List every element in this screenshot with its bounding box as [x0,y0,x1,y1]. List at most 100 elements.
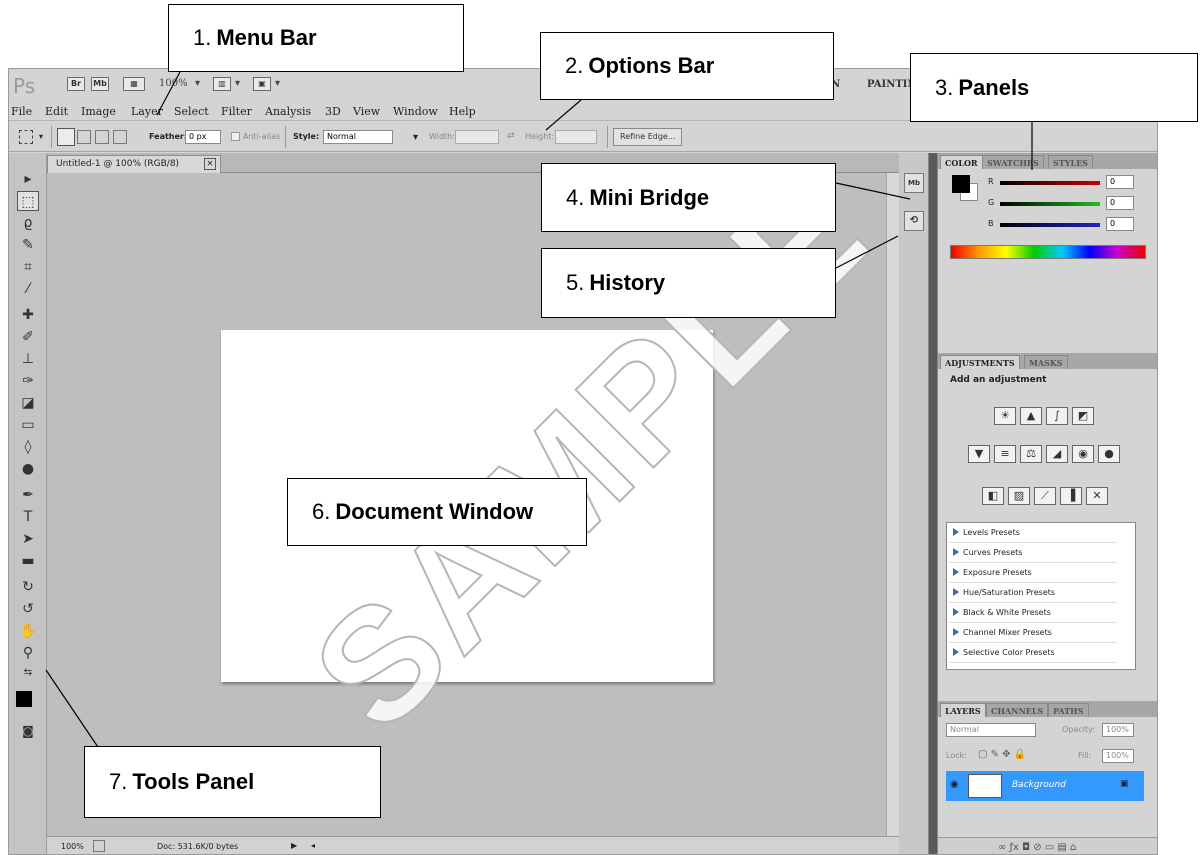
tab-adjustments[interactable]: ADJUSTMENTS [940,355,1020,369]
color-balance-icon[interactable]: ⚖ [1020,445,1042,463]
green-value[interactable]: 0 [1106,196,1134,210]
quick-selection-tool-icon[interactable]: ✎ [17,235,39,255]
arrange-documents-icon[interactable]: ▥ [213,77,231,91]
tab-layers[interactable]: LAYERS [940,703,986,717]
tab-channels[interactable]: CHANNELS [986,703,1049,717]
eyedropper-tool-icon[interactable]: ⁄ [17,279,39,299]
tab-masks[interactable]: MASKS [1024,355,1068,369]
view-extras-icon[interactable]: ▦ [123,77,145,91]
blur-tool-icon[interactable]: ◊ [17,437,39,457]
feather-input[interactable]: 0 px [185,130,221,144]
list-item[interactable]: Curves Presets [949,543,1117,563]
add-to-selection-icon[interactable] [77,130,91,144]
healing-brush-tool-icon[interactable]: ✚ [17,305,39,325]
eraser-tool-icon[interactable]: ◪ [17,393,39,413]
posterize-icon[interactable]: ▨ [1008,487,1030,505]
red-value[interactable]: 0 [1106,175,1134,189]
swap-icon[interactable]: ⇄ [507,131,515,141]
list-item[interactable]: Selective Color Presets [949,643,1117,663]
style-dropdown-icon[interactable]: ▾ [413,132,418,143]
history-icon[interactable]: ⟲ [904,211,924,231]
mini-bridge-button[interactable]: Mb [91,77,109,91]
layer-name[interactable]: Background [1012,780,1066,790]
green-slider[interactable] [1000,202,1100,206]
menu-select[interactable]: Select [174,105,209,118]
menu-window[interactable]: Window [393,105,438,118]
new-selection-icon[interactable] [57,128,75,146]
opacity-input[interactable]: 100% [1102,723,1134,737]
screen-mode-dropdown-icon[interactable]: ▾ [275,78,280,89]
3d-rotate-tool-icon[interactable]: ↻ [17,577,39,597]
lock-icons[interactable]: ▢ ✎ ✥ 🔒 [978,749,1026,760]
menu-analysis[interactable]: Analysis [265,105,311,118]
list-item[interactable]: Hue/Saturation Presets [949,583,1117,603]
color-ramp[interactable] [950,245,1146,259]
red-slider[interactable] [1000,181,1100,185]
invert-icon[interactable]: ◧ [982,487,1004,505]
lasso-tool-icon[interactable]: ϱ [17,213,39,233]
3d-orbit-tool-icon[interactable]: ↺ [17,599,39,619]
zoom-dropdown-icon[interactable]: ▾ [195,78,200,89]
gradient-map-icon[interactable]: ▐ [1060,487,1082,505]
dodge-tool-icon[interactable]: ● [17,459,39,479]
menu-filter[interactable]: Filter [221,105,252,118]
blend-mode-select[interactable]: Normal [946,723,1036,737]
vertical-scrollbar[interactable] [886,173,899,836]
tab-swatches[interactable]: SWATCHES [982,155,1044,169]
vibrance-icon[interactable]: ▼ [968,445,990,463]
list-item[interactable]: Black & White Presets [949,603,1117,623]
foreground-swatch[interactable] [952,175,970,193]
blue-slider[interactable] [1000,223,1100,227]
layer-row[interactable]: ◉ Background ▣ [946,771,1144,801]
status-menu-arrow-icon[interactable]: ▶ [291,841,297,850]
fill-input[interactable]: 100% [1102,749,1134,763]
hand-tool-icon[interactable]: ✋ [17,621,39,641]
arrange-dropdown-icon[interactable]: ▾ [235,78,240,89]
style-select[interactable]: Normal [323,130,393,144]
menu-help[interactable]: Help [449,105,476,118]
preset-dropdown-icon[interactable]: ▾ [39,132,43,141]
width-input[interactable] [455,130,499,144]
document-tab[interactable]: Untitled-1 @ 100% (RGB/8) × [47,155,221,173]
status-zoom[interactable]: 100% [61,842,84,851]
channel-mixer-icon[interactable]: ● [1098,445,1120,463]
curves-icon[interactable]: ∫ [1046,407,1068,425]
crop-tool-icon[interactable]: ⌗ [17,257,39,277]
marquee-tool-icon[interactable]: ⬚ [17,191,39,211]
zoom-tool-icon[interactable]: ⚲ [17,643,39,663]
gradient-tool-icon[interactable]: ▭ [17,415,39,435]
bridge-button[interactable]: Br [67,77,85,91]
tab-paths[interactable]: PATHS [1048,703,1089,717]
path-selection-tool-icon[interactable]: ➤ [17,529,39,549]
photo-filter-icon[interactable]: ◉ [1072,445,1094,463]
swap-colors-icon[interactable]: ⇆ [17,663,39,683]
clone-stamp-tool-icon[interactable]: ⊥ [17,349,39,369]
intersect-selection-icon[interactable] [113,130,127,144]
marquee-preset-icon[interactable] [19,130,33,144]
close-icon[interactable]: × [204,158,216,170]
antialias-checkbox[interactable] [231,132,240,141]
brightness-contrast-icon[interactable]: ☀ [994,407,1016,425]
menu-view[interactable]: View [353,105,380,118]
history-brush-tool-icon[interactable]: ✑ [17,371,39,391]
zoom-level[interactable]: 100% [159,78,188,89]
threshold-icon[interactable]: ⟋ [1034,487,1056,505]
menu-file[interactable]: File [11,105,32,118]
move-tool-icon[interactable]: ▸ [17,169,39,189]
menu-edit[interactable]: Edit [45,105,68,118]
height-input[interactable] [555,130,597,144]
hue-saturation-icon[interactable]: ≡ [994,445,1016,463]
refine-edge-button[interactable]: Refine Edge... [613,128,683,146]
exposure-icon[interactable]: ◩ [1072,407,1094,425]
list-item[interactable]: Channel Mixer Presets [949,623,1117,643]
menu-layer[interactable]: Layer [131,105,163,118]
type-tool-icon[interactable]: T [17,507,39,527]
list-item[interactable]: Levels Presets [949,523,1117,543]
subtract-selection-icon[interactable] [95,130,109,144]
brush-tool-icon[interactable]: ✐ [17,327,39,347]
list-item[interactable]: Exposure Presets [949,563,1117,583]
screen-mode-icon[interactable]: ▣ [253,77,271,91]
tab-color[interactable]: COLOR [940,155,983,169]
eye-icon[interactable]: ◉ [950,779,959,790]
shape-tool-icon[interactable]: ▬ [17,551,39,571]
